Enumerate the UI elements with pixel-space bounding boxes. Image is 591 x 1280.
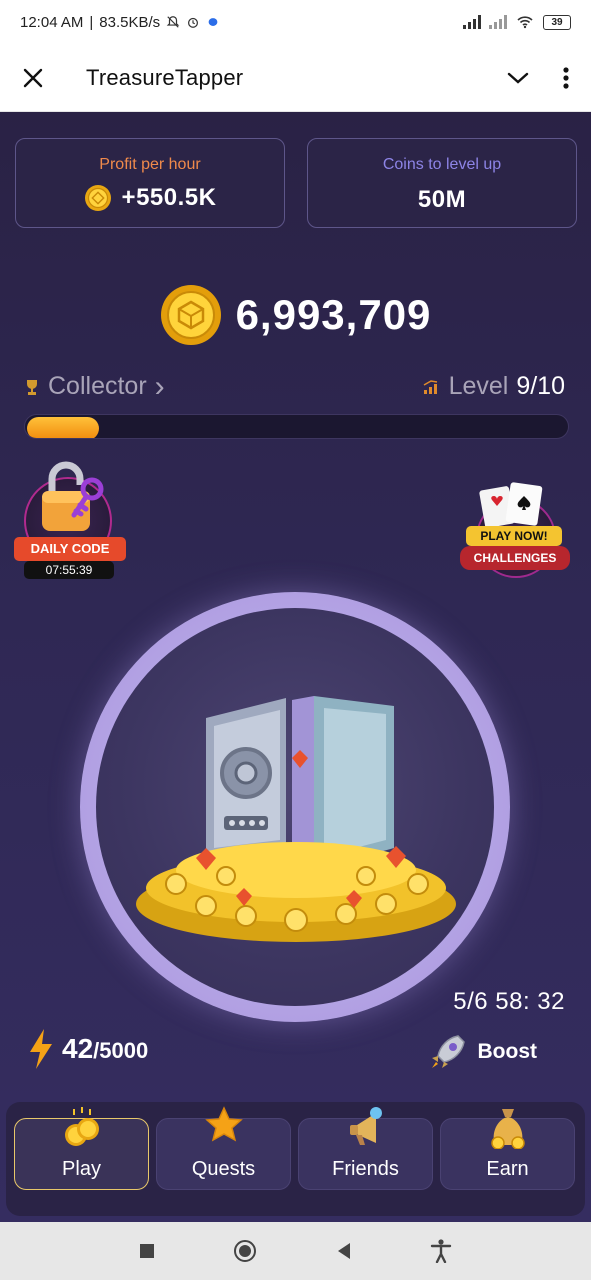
battery-icon: 39 xyxy=(543,14,571,30)
bottom-nav: Play Quests Friends Earn xyxy=(6,1102,585,1216)
close-icon[interactable] xyxy=(22,67,44,89)
nav-friends[interactable]: Friends xyxy=(298,1107,433,1190)
mute-bell-icon xyxy=(166,16,180,28)
nav-earn-label: Earn xyxy=(486,1158,529,1180)
messenger-icon xyxy=(208,18,218,26)
energy-max: /5000 xyxy=(93,1038,149,1063)
status-network-speed: 83.5KB/s xyxy=(99,13,161,31)
more-vert-icon[interactable] xyxy=(563,66,569,89)
daily-code-button[interactable]: DAILY CODE 07:55:39 xyxy=(14,457,126,579)
coins-to-level-up-label: Coins to level up xyxy=(382,156,502,173)
boost-button[interactable]: Boost xyxy=(428,1032,538,1072)
status-time: 12:04 AM xyxy=(20,13,84,31)
system-nav-bar xyxy=(0,1222,591,1280)
megaphone-icon xyxy=(349,1107,382,1145)
cell-signal-2-icon xyxy=(489,15,507,29)
rocket-icon xyxy=(431,1035,465,1068)
level-indicator: Level 9/10 xyxy=(423,372,565,401)
daily-code-countdown: 07:55:39 xyxy=(24,561,114,579)
coin-icon xyxy=(84,185,111,211)
recents-icon[interactable] xyxy=(139,1243,155,1259)
rank-name: Collector xyxy=(48,372,147,400)
nav-friends-label: Friends xyxy=(332,1158,399,1180)
level-progress-fill xyxy=(27,417,100,438)
level-label: Level xyxy=(448,372,509,400)
level-bars-icon xyxy=(423,379,437,394)
profit-per-hour-label: Profit per hour xyxy=(99,156,201,173)
treasure-vault-icon xyxy=(136,696,456,942)
battery-level: 39 xyxy=(551,16,563,28)
play-now-badge: PLAY NOW! xyxy=(466,526,562,546)
coin-balance: 6,993,709 xyxy=(0,284,591,346)
back-icon[interactable] xyxy=(336,1242,352,1260)
money-bag-icon xyxy=(490,1109,525,1149)
level-value: 9/10 xyxy=(516,372,565,400)
wifi-icon xyxy=(517,16,533,29)
coin-balance-value: 6,993,709 xyxy=(235,291,432,338)
chevron-down-icon[interactable] xyxy=(507,71,529,85)
app-title: TreasureTapper xyxy=(86,64,244,90)
star-icon xyxy=(204,1106,243,1142)
energy-refill-timer: 5/6 58: 32 xyxy=(453,988,565,1015)
lightning-icon xyxy=(30,1029,52,1069)
nav-play-label: Play xyxy=(62,1158,101,1180)
nav-earn[interactable]: Earn xyxy=(440,1109,575,1190)
daily-code-label: DAILY CODE xyxy=(14,537,126,561)
challenges-button[interactable]: PLAY NOW! CHALLENGES xyxy=(458,482,572,578)
energy-counter: 42/5000 xyxy=(28,1028,148,1070)
chevron-right-icon: › xyxy=(154,369,165,403)
alarm-icon xyxy=(188,17,199,28)
accessibility-icon[interactable] xyxy=(430,1239,452,1263)
trophy-icon xyxy=(27,379,37,395)
tap-area[interactable] xyxy=(96,608,494,1006)
coins-icon xyxy=(64,1107,99,1146)
boost-label: Boost xyxy=(477,1040,538,1063)
rank-link[interactable]: Collector › xyxy=(24,369,165,403)
home-icon[interactable] xyxy=(233,1239,257,1263)
energy-current: 42 xyxy=(62,1033,94,1064)
playing-cards-icon xyxy=(479,482,543,526)
coins-to-level-up-card: Coins to level up 50M xyxy=(307,138,577,228)
profit-per-hour-value: +550.5K xyxy=(121,184,217,211)
challenges-label: CHALLENGES xyxy=(460,546,570,570)
nav-quests-label: Quests xyxy=(191,1158,256,1180)
profit-per-hour-card: Profit per hour +550.5K xyxy=(15,138,285,228)
nav-play[interactable]: Play xyxy=(14,1107,149,1190)
cell-signal-icon xyxy=(463,15,481,29)
nav-quests[interactable]: Quests xyxy=(156,1106,291,1190)
game-area: Profit per hour +550.5K Coins to level u… xyxy=(0,112,591,1222)
big-coin-icon xyxy=(160,285,221,345)
coins-to-level-up-value: 50M xyxy=(417,186,467,213)
padlock-icon xyxy=(42,461,104,531)
level-progress-bar xyxy=(24,414,569,439)
status-bar: 12:04 AM | 83.5KB/s 39 xyxy=(0,0,591,44)
app-bar: TreasureTapper xyxy=(0,44,591,112)
